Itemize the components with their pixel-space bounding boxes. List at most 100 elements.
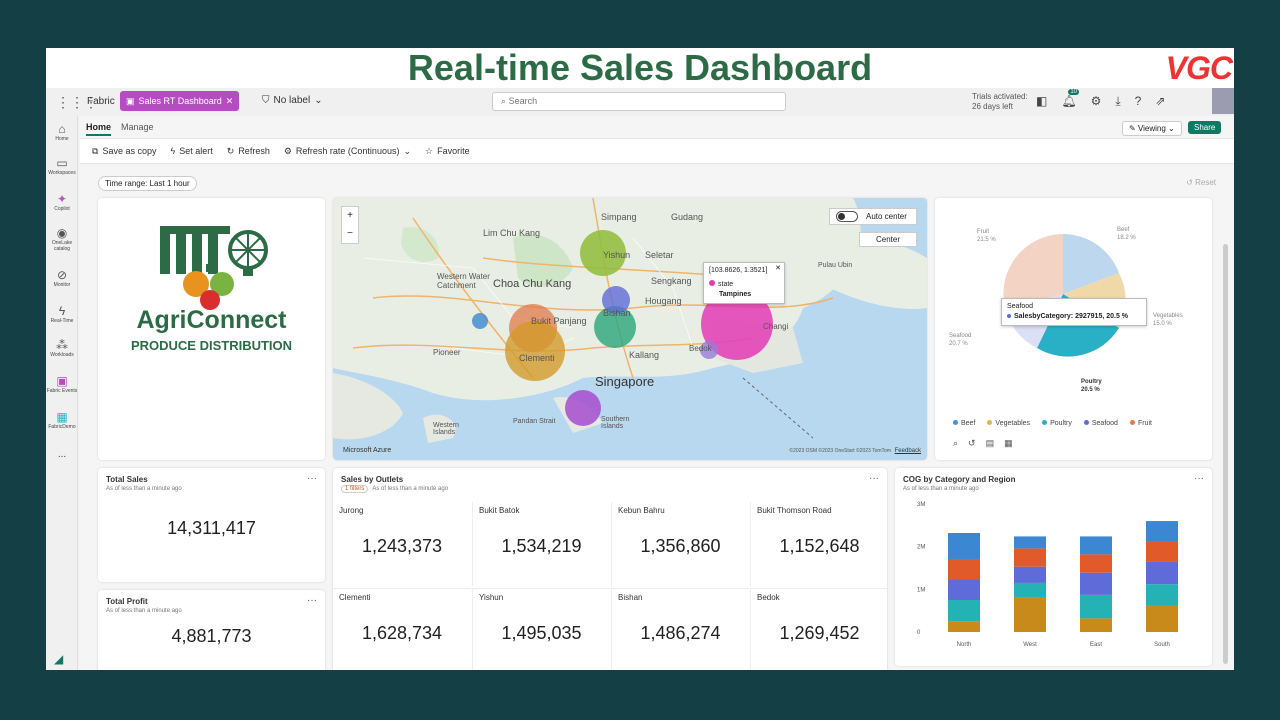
help-icon[interactable]: ? [1135, 94, 1142, 109]
notification-icon[interactable]: 🔔︎ 10 [1061, 89, 1080, 109]
legend-item[interactable]: Seafood [1083, 420, 1118, 427]
layout-icon[interactable]: ◧ [1036, 94, 1047, 109]
map-feedback-link[interactable]: Feedback [895, 448, 921, 454]
zoom-in-button[interactable]: + [342, 207, 358, 225]
fabric-logo-icon: ◢ [54, 652, 64, 666]
sidebar-item-fabric-demo[interactable]: ▦ FabricDemo [46, 410, 78, 430]
pie-label-seafood: Seafood 20.7 % [949, 332, 971, 348]
reset-button[interactable]: ↺ Reset [1186, 178, 1216, 187]
sidebar-item-workloads[interactable]: ⁂ Workloads [46, 338, 78, 358]
viewing-mode-button[interactable]: ✎ Viewing ⌄ [1122, 121, 1182, 136]
bar-segment[interactable] [1146, 521, 1178, 542]
more-options-icon[interactable]: ··· [1194, 473, 1204, 484]
bar-segment[interactable] [1080, 572, 1112, 595]
agriconnect-logo-graphic [160, 226, 268, 310]
table-icon[interactable]: ▦ [1004, 438, 1013, 449]
filter-badge[interactable]: 1 filters [341, 485, 369, 493]
bar-segment[interactable] [1146, 605, 1178, 632]
dashboard-icon: ▣ [126, 95, 135, 106]
legend-dot [1042, 420, 1048, 425]
legend-item[interactable]: Fruit [1129, 420, 1152, 427]
export-icon[interactable]: ▤ [986, 438, 995, 449]
sidebar-item-workspaces[interactable]: ▭ Workspaces [46, 156, 78, 176]
download-icon[interactable]: ⤓ [1115, 94, 1120, 109]
bar-segment[interactable] [1146, 561, 1178, 585]
bar-segment[interactable] [948, 533, 980, 560]
legend-item[interactable]: Beef [953, 420, 975, 427]
set-alert-button[interactable]: ϟ Set alert [170, 146, 212, 156]
legend-label: Vegetables [995, 420, 1031, 427]
x-tick-label: East [1090, 642, 1102, 648]
pie-tooltip-text: SalesbyCategory: 2927915, 20.5 % [1014, 313, 1129, 320]
bar-segment[interactable] [1014, 536, 1046, 549]
y-tick-label: 1M [917, 587, 925, 593]
tab-manage[interactable]: Manage [121, 122, 154, 136]
bar-segment[interactable] [948, 600, 980, 622]
refresh-rate-dropdown[interactable]: ⚙ Refresh rate (Continuous) ⌄ [284, 146, 411, 157]
sidebar-item-monitor[interactable]: ⊘ Monitor [46, 268, 78, 288]
outlet-value: 1,243,373 [361, 536, 443, 556]
share-icon[interactable]: ⇗ [1155, 94, 1165, 109]
avatar[interactable] [1212, 88, 1234, 114]
realtime-icon: ϟ [58, 304, 66, 318]
refresh-button[interactable]: ↻ Refresh [227, 146, 270, 157]
sidebar-item-home[interactable]: ⌂ Home [46, 122, 78, 142]
trial-line1: Trials activated: [972, 92, 1028, 101]
settings-icon[interactable]: ⚙ [1091, 94, 1102, 109]
save-as-copy-button[interactable]: ⧉ Save as copy [92, 146, 156, 157]
scrollbar[interactable] [1223, 244, 1228, 664]
sidebar-item-label: Workloads [50, 352, 74, 358]
bar-segment[interactable] [948, 621, 980, 632]
legend-item[interactable]: Poultry [1042, 420, 1072, 427]
bar-segment[interactable] [1080, 594, 1112, 619]
bar-segment[interactable] [1146, 584, 1178, 606]
outlet-value: 1,628,734 [361, 623, 443, 643]
tooltip-close-icon[interactable]: ✕ [775, 264, 781, 274]
pie-label-name: Poultry [1081, 379, 1102, 385]
bar-segment[interactable] [1146, 541, 1178, 562]
outlet-tile: Yishun 1,495,035 [472, 588, 610, 670]
bar-segment[interactable] [1014, 548, 1046, 567]
bar-segment[interactable] [948, 579, 980, 600]
more-options-icon[interactable]: ··· [869, 473, 879, 484]
sensitivity-label-button[interactable]: ⛉ No label ⌄ [262, 95, 323, 106]
sidebar-item-copilot[interactable]: ✦ Copilot [46, 192, 78, 212]
map-place-label: Singapore [595, 374, 655, 389]
bar-segment[interactable] [1014, 597, 1046, 632]
bar-segment[interactable] [1080, 618, 1112, 632]
search-input[interactable]: ⌕ Search [492, 92, 786, 111]
zoom-icon[interactable]: ⌕ [953, 438, 958, 449]
legend-dot [709, 280, 715, 286]
auto-center-toggle[interactable]: Auto center [829, 208, 917, 225]
bar-segment[interactable] [1080, 536, 1112, 555]
cog-stacked-bar-chart[interactable]: 3M 2M 1M 0 North West East South [895, 494, 1212, 664]
favorite-button[interactable]: ☆ Favorite [425, 146, 470, 157]
bar-segment[interactable] [1014, 582, 1046, 598]
chip-close-icon[interactable]: ✕ [226, 96, 234, 107]
pie-card: Fruit 21.5 % Beef 18.2 % Vegetables 15.0 % … [935, 198, 1212, 460]
bar-segment[interactable] [948, 559, 980, 580]
toggle-switch[interactable] [836, 211, 858, 222]
center-button[interactable]: Center [859, 232, 917, 247]
sidebar-item-label: OneLake catalog [51, 240, 73, 252]
bar-segment[interactable] [1080, 554, 1112, 573]
share-button[interactable]: Share [1188, 121, 1222, 134]
time-range-filter[interactable]: Time range: Last 1 hour [98, 176, 197, 191]
sidebar-item-realtime[interactable]: ϟ Real-Time [46, 304, 78, 324]
zoom-out-button[interactable]: − [342, 225, 358, 243]
app-name[interactable]: Fabric [87, 96, 115, 107]
map-place-label: Hougang [645, 296, 682, 306]
reset-zoom-icon[interactable]: ↺ [968, 438, 976, 449]
sidebar-item-fabric-events[interactable]: ▣ Fabric Events [46, 374, 78, 394]
sidebar-more[interactable]: ... [46, 450, 78, 460]
map-tooltip: [103.8626, 1.3521] state Tampines ✕ [703, 262, 785, 304]
outlet-name: Bedok [757, 593, 780, 602]
legend-dot [987, 420, 993, 425]
tab-home[interactable]: Home [86, 122, 112, 136]
legend-item[interactable]: Vegetables [987, 420, 1030, 427]
more-options-icon[interactable]: ··· [307, 473, 317, 484]
bar-segment[interactable] [1014, 566, 1046, 583]
sidebar-item-onelake[interactable]: ◉ OneLake catalog [46, 226, 78, 252]
dashboard-chip[interactable]: ▣ Sales RT Dashboard ✕ [120, 91, 240, 111]
more-options-icon[interactable]: ··· [307, 595, 317, 606]
